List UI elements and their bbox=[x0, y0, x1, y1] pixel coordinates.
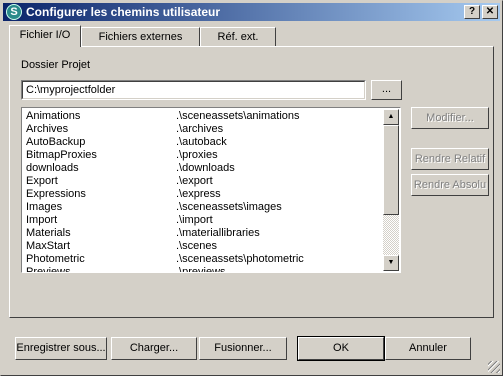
resize-grip-icon[interactable] bbox=[488, 361, 500, 373]
path-value: .\express bbox=[176, 188, 221, 200]
window-title: Configurer les chemins utilisateur bbox=[26, 5, 221, 19]
make-absolute-button[interactable]: Rendre Absolu bbox=[411, 174, 489, 196]
project-folder-label: Dossier Projet bbox=[21, 59, 91, 71]
cancel-button[interactable]: Annuler bbox=[385, 337, 471, 360]
help-button[interactable]: ? bbox=[464, 5, 480, 19]
path-name: Animations bbox=[26, 110, 81, 122]
list-item[interactable]: Animations .\sceneassets\animations bbox=[24, 110, 384, 123]
close-button[interactable]: ✕ bbox=[482, 5, 498, 19]
list-item[interactable]: Photometric .\sceneassets\photometric bbox=[24, 253, 384, 266]
list-item[interactable]: Expressions .\express bbox=[24, 188, 384, 201]
path-value: .\sceneassets\animations bbox=[176, 110, 300, 122]
path-value: .\archives bbox=[176, 123, 224, 135]
path-value: .\sceneassets\images bbox=[176, 201, 282, 213]
path-value: .\sceneassets\photometric bbox=[176, 253, 304, 265]
tab-fichier-io[interactable]: Fichier I/O bbox=[9, 25, 81, 47]
browse-button[interactable]: ... bbox=[371, 80, 402, 100]
ok-button[interactable]: OK bbox=[297, 336, 385, 361]
make-relative-label: Rendre Relatif bbox=[414, 153, 486, 165]
list-item[interactable]: MaxStart .\scenes bbox=[24, 240, 384, 253]
modify-label: Modifier... bbox=[426, 112, 474, 124]
tab-label: Réf. ext. bbox=[217, 31, 259, 43]
list-item[interactable]: Materials .\materiallibraries bbox=[24, 227, 384, 240]
path-name: Materials bbox=[26, 227, 71, 239]
path-name: Archives bbox=[26, 123, 69, 135]
tab-ref-ext[interactable]: Réf. ext. bbox=[200, 27, 276, 46]
path-name: AutoBackup bbox=[26, 136, 86, 148]
cancel-label: Annuler bbox=[409, 342, 447, 354]
path-name: BitmapProxies bbox=[26, 149, 97, 161]
scroll-up-icon[interactable]: ▲ bbox=[383, 109, 399, 125]
tab-label: Fichiers externes bbox=[98, 31, 183, 43]
tab-label: Fichier I/O bbox=[19, 29, 71, 41]
list-item[interactable]: BitmapProxies .\proxies bbox=[24, 149, 384, 162]
load-label: Charger... bbox=[129, 342, 179, 354]
path-value: .\autoback bbox=[176, 136, 227, 148]
save-as-label: Enregistrer sous... bbox=[16, 342, 106, 354]
path-value: .\previews bbox=[176, 266, 226, 273]
dialog-window: S Configurer les chemins utilisateur ? ✕… bbox=[0, 0, 503, 376]
path-name: downloads bbox=[26, 162, 79, 174]
make-relative-button[interactable]: Rendre Relatif bbox=[411, 148, 489, 170]
path-name: MaxStart bbox=[26, 240, 71, 252]
path-value: .\import bbox=[176, 214, 213, 226]
path-value: .\export bbox=[176, 175, 213, 187]
list-item[interactable]: Previews .\previews bbox=[24, 266, 384, 273]
app-icon: S bbox=[6, 4, 22, 20]
path-name: Previews bbox=[26, 266, 71, 273]
modify-button[interactable]: Modifier... bbox=[411, 107, 489, 129]
list-item[interactable]: Export .\export bbox=[24, 175, 384, 188]
project-folder-value: C:\myprojectfolder bbox=[26, 84, 116, 96]
path-value: .\materiallibraries bbox=[176, 227, 260, 239]
path-name: Images bbox=[26, 201, 63, 213]
tab-fichiers-externes[interactable]: Fichiers externes bbox=[81, 27, 200, 46]
list-item[interactable]: AutoBackup .\autoback bbox=[24, 136, 384, 149]
path-name: Expressions bbox=[26, 188, 86, 200]
list-scrollbar[interactable]: ▲ ▼ bbox=[383, 109, 399, 271]
path-name: Export bbox=[26, 175, 58, 187]
paths-rows: Animations .\sceneassets\animations Archiv… bbox=[24, 110, 384, 273]
list-item[interactable]: Archives .\archives bbox=[24, 123, 384, 136]
scroll-thumb[interactable] bbox=[383, 125, 399, 215]
paths-list[interactable]: Animations .\sceneassets\animations Archiv… bbox=[21, 107, 401, 273]
project-folder-field[interactable]: C:\myprojectfolder bbox=[21, 80, 366, 100]
merge-button[interactable]: Fusionner... bbox=[199, 337, 287, 360]
list-item[interactable]: Images .\sceneassets\images bbox=[24, 201, 384, 214]
scroll-down-icon[interactable]: ▼ bbox=[383, 255, 399, 271]
path-value: .\downloads bbox=[176, 162, 235, 174]
path-name: Import bbox=[26, 214, 58, 226]
path-value: .\proxies bbox=[176, 149, 218, 161]
load-button[interactable]: Charger... bbox=[111, 337, 197, 360]
ok-label: OK bbox=[333, 342, 349, 354]
browse-label: ... bbox=[381, 83, 392, 95]
list-item[interactable]: Import .\import bbox=[24, 214, 384, 227]
path-name: Photometric bbox=[26, 253, 85, 265]
save-as-button[interactable]: Enregistrer sous... bbox=[15, 337, 107, 360]
path-value: .\scenes bbox=[176, 240, 217, 252]
title-bar[interactable]: S Configurer les chemins utilisateur ? ✕ bbox=[3, 3, 500, 21]
merge-label: Fusionner... bbox=[214, 342, 272, 354]
list-item[interactable]: downloads .\downloads bbox=[24, 162, 384, 175]
make-absolute-label: Rendre Absolu bbox=[413, 179, 487, 191]
